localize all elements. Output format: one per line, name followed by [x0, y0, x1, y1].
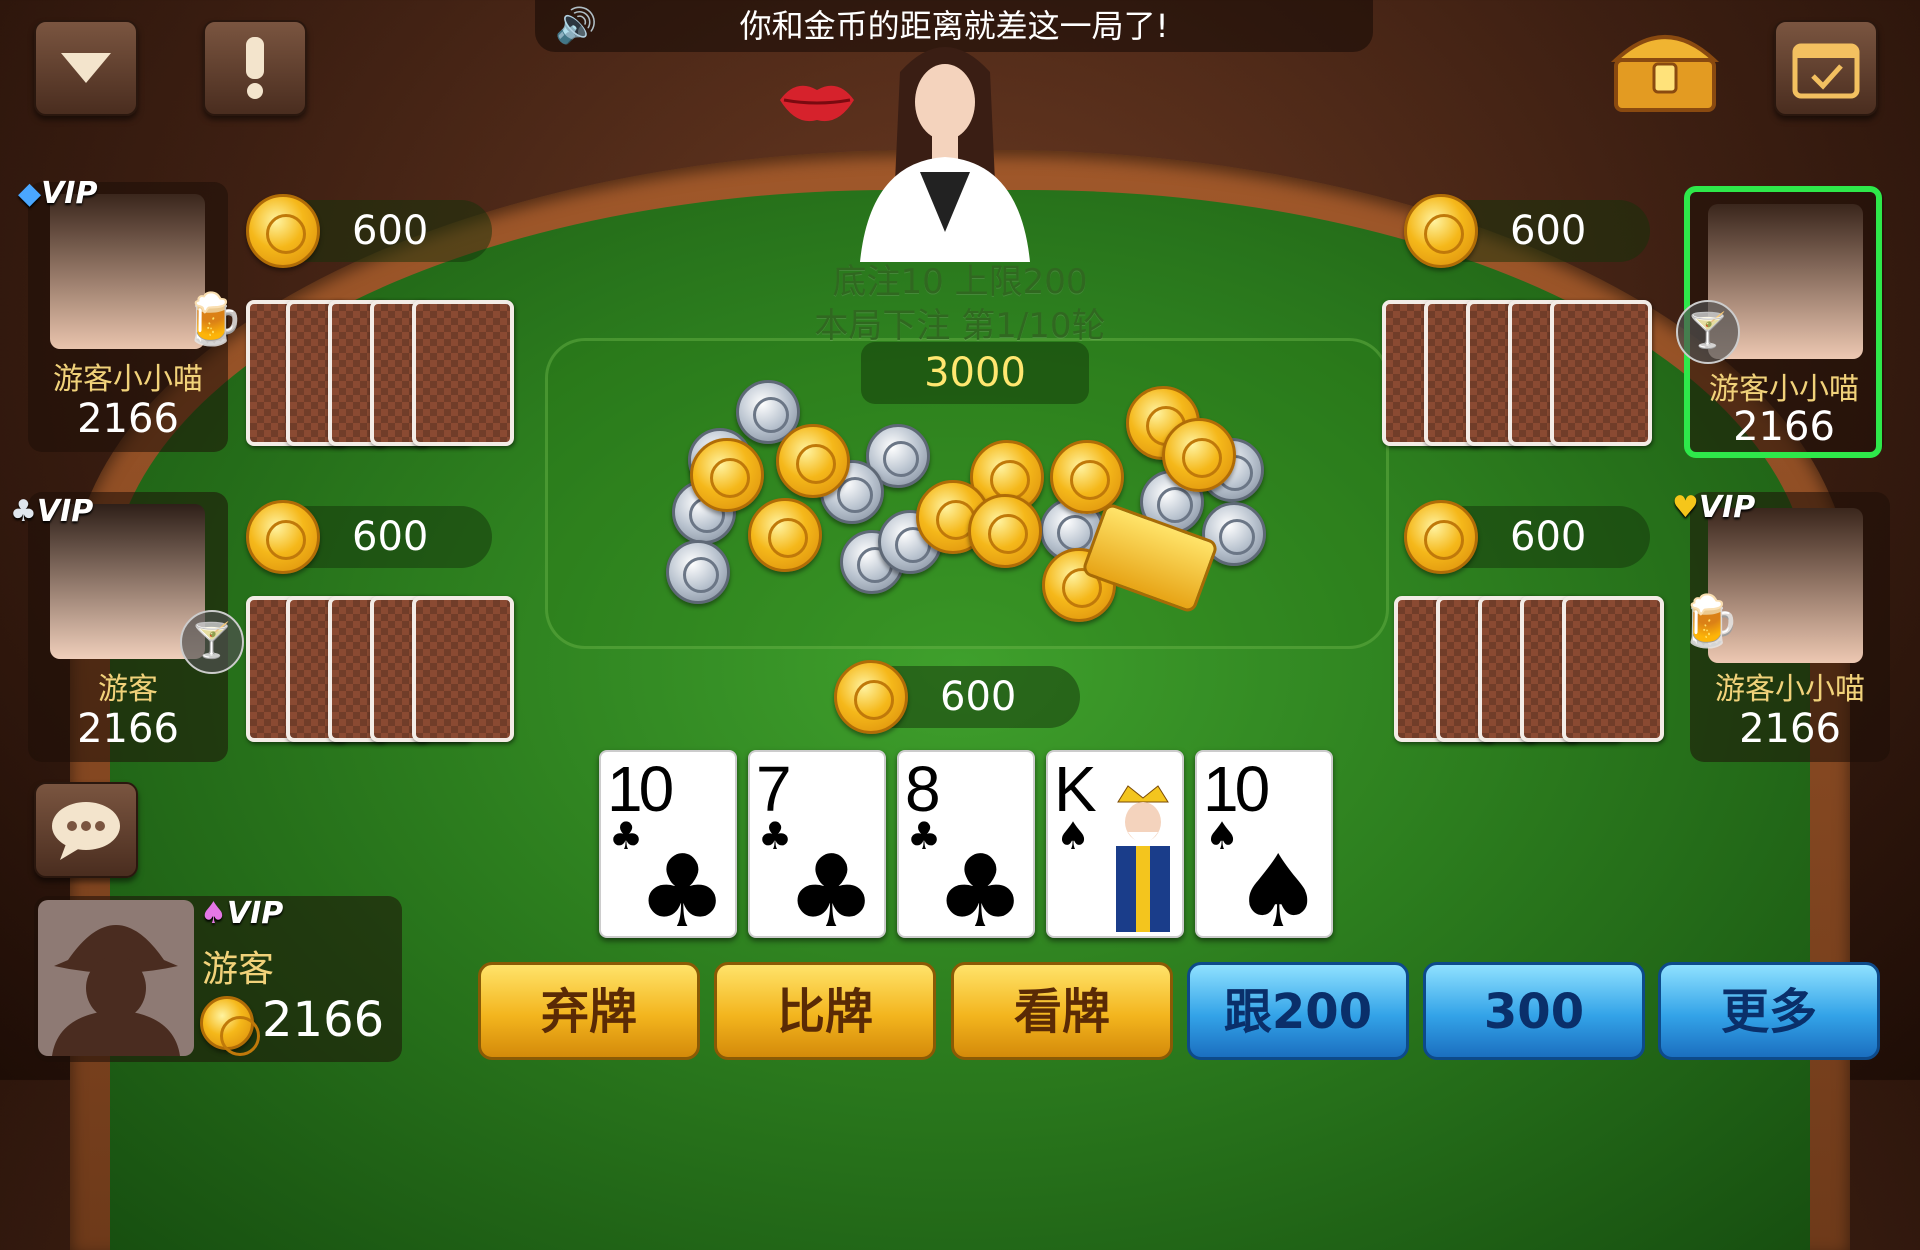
bet-amount: 600 [246, 500, 492, 574]
treasure-chest-icon [1610, 35, 1720, 112]
alert-icon [246, 37, 264, 99]
my-card[interactable]: 7 ♣ ♣ [748, 750, 886, 942]
chat-button[interactable] [34, 782, 138, 878]
bet-amount: 600 [246, 194, 492, 268]
dropdown-menu-button[interactable] [34, 20, 138, 116]
coin-icon [200, 996, 260, 1056]
vip-badge: ♣VIP [10, 494, 94, 529]
cocktail-icon: 🍸 [180, 610, 244, 674]
treasure-chest-button[interactable] [1606, 20, 1724, 116]
self-panel: ♠VIP 游客 2166 [34, 896, 402, 1062]
player-coins: 2166 [1739, 706, 1841, 752]
look-cards-button[interactable]: 看牌 [951, 962, 1173, 1060]
call-button[interactable]: 跟200 [1187, 962, 1409, 1060]
bet-amount: 600 [1404, 194, 1650, 268]
player-name: 游客小小喵 [1715, 672, 1865, 707]
coin-icon [1404, 500, 1478, 574]
calendar-check-icon [1792, 43, 1860, 99]
alert-button[interactable] [203, 20, 307, 116]
gold-chip [748, 498, 822, 572]
coin-icon [834, 660, 908, 734]
gold-chip [1050, 440, 1124, 514]
pot-total: 3000 [861, 342, 1089, 404]
speaker-icon[interactable]: 🔊 [555, 6, 597, 46]
my-card[interactable]: 10 ♠ ♠ [1195, 750, 1333, 942]
gold-chip [776, 424, 850, 498]
gold-chip [690, 438, 764, 512]
my-card[interactable]: 8 ♣ ♣ [897, 750, 1035, 942]
player-coins: 2166 [262, 992, 385, 1048]
king-portrait [1116, 785, 1170, 932]
vip-badge: ♥VIP [1672, 490, 1756, 525]
dealer [820, 32, 1070, 262]
beer-icon: 🍺 [182, 290, 245, 348]
coin-icon [246, 500, 320, 574]
player-name: 游客 [202, 949, 275, 990]
more-button[interactable]: 更多 [1658, 962, 1880, 1060]
calendar-button[interactable] [1774, 20, 1878, 116]
avatar [38, 900, 194, 1056]
my-card[interactable]: 10 ♣ ♣ [599, 750, 737, 942]
bet-amount: 600 [834, 660, 1080, 734]
chat-icon [52, 802, 120, 860]
my-card[interactable]: K ♠ [1046, 750, 1184, 938]
player-name: 游客小小喵 [53, 362, 203, 397]
player-coins: 2166 [77, 396, 179, 442]
dropdown-icon [61, 53, 111, 83]
silver-chip [666, 540, 730, 604]
fold-button[interactable]: 弃牌 [478, 962, 700, 1060]
bet-amount: 600 [1404, 500, 1650, 574]
coin-icon [1404, 194, 1478, 268]
player-coins: 2166 [77, 706, 179, 752]
vip-badge: ◆VIP [18, 176, 98, 211]
lips-icon [776, 74, 858, 130]
raise-300-button[interactable]: 300 [1423, 962, 1645, 1060]
bet-limit-info: 底注10 上限200 [832, 262, 1088, 302]
beer-icon: 🍺 [1678, 592, 1741, 650]
vip-badge: ♠VIP [200, 896, 284, 931]
gold-chip [968, 494, 1042, 568]
cocktail-icon: 🍸 [1676, 300, 1740, 364]
coin-icon [246, 194, 320, 268]
round-info: 本局下注 第1/10轮 [814, 306, 1106, 346]
gold-chip [1162, 418, 1236, 492]
compare-button[interactable]: 比牌 [714, 962, 936, 1060]
